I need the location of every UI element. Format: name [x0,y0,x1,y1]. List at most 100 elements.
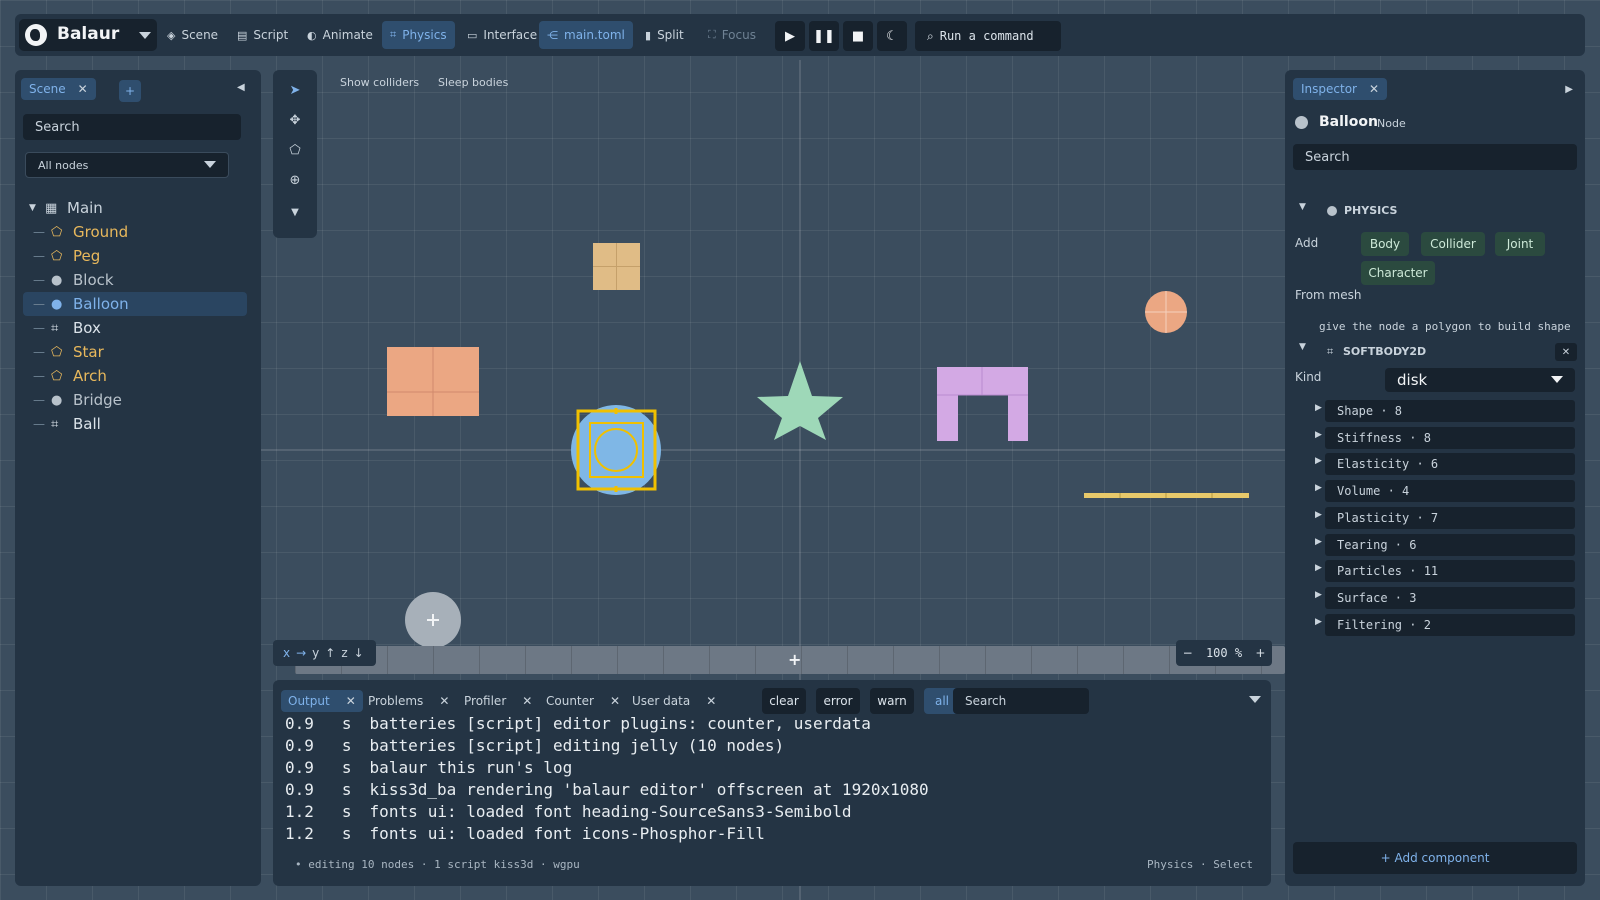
property-row[interactable]: Surface · 3 [1325,586,1575,609]
log-source: balaur [369,758,428,777]
filter-warn-button[interactable]: warn [870,688,914,714]
add-component-button[interactable]: + Add component [1293,842,1577,874]
expand-arrow-icon[interactable]: ▶ [1315,590,1322,600]
inspector-tab[interactable]: Inspector ✕ [1293,78,1388,100]
inspector-node-name: Balloon [1319,114,1378,130]
add-body-button[interactable]: Body [1361,232,1409,256]
property-row[interactable]: Volume · 4 [1325,480,1575,503]
close-icon[interactable]: ✕ [346,694,356,708]
physics-dot-icon [1327,206,1337,216]
log-time: 0.9 [285,736,314,755]
zoom-out-button[interactable]: − [1183,646,1193,660]
property-row[interactable]: Plasticity · 7 [1325,506,1575,529]
expand-arrow-icon[interactable]: ▶ [1315,510,1322,520]
log-source: fonts [369,824,418,843]
kind-value: disk [1397,371,1428,389]
log-time: 0.9 [285,758,314,777]
mesh-hint-text: give the node a polygon to build shape [1319,320,1571,333]
log-line: 0.9 s balaur this run's log [285,758,1245,780]
inspector-tab-label: Inspector [1301,82,1357,96]
close-icon[interactable]: ✕ [610,694,620,708]
log-unit: s [341,802,352,821]
zoom-in-button[interactable]: + [1255,646,1265,660]
close-icon[interactable]: ✕ [439,694,449,708]
axis-indicator: x → y ↑ z ↓ [273,640,376,666]
log-unit: s [341,714,352,733]
log-unit: s [341,824,352,843]
tab-user-data-label: User data [632,694,691,708]
axis-z-label: z [341,646,348,660]
tab-problems[interactable]: Problems ✕ [361,690,456,712]
tab-output-label: Output [288,694,330,708]
filter-error-button[interactable]: error [816,688,860,714]
close-icon[interactable]: ✕ [706,694,716,708]
add-collider-button[interactable]: Collider [1421,232,1485,256]
property-row[interactable]: Elasticity · 6 [1325,453,1575,476]
softbody-section-header: SOFTBODY2D [1343,345,1427,358]
add-joint-button[interactable]: Joint [1495,232,1545,256]
tab-user-data[interactable]: User data ✕ [625,690,723,712]
ground-pin-body[interactable] [405,592,461,648]
kind-select[interactable]: disk [1385,368,1575,392]
tab-profiler[interactable]: Profiler ✕ [457,690,539,712]
expand-arrow-icon[interactable]: ▶ [1315,456,1322,466]
remove-component-button[interactable]: ✕ [1555,343,1577,361]
chevron-down-icon[interactable] [1249,696,1261,703]
close-icon: ✕ [1561,346,1571,358]
inspector-search-placeholder: Search [1305,149,1350,165]
collapse-arrow-icon[interactable]: ▼ [1299,202,1306,212]
log-source: batteries [369,736,457,755]
close-icon[interactable]: ✕ [522,694,532,708]
console-search-input[interactable]: Search [953,688,1089,714]
expand-arrow-icon[interactable]: ▶ [1315,430,1322,440]
add-character-button[interactable]: Character [1361,261,1435,285]
tab-output[interactable]: Output ✕ [281,690,363,712]
log-msg: ui: loaded font heading-SourceSans3-Semi… [427,802,852,821]
log-source: fonts [369,802,418,821]
log-line: 0.9 s kiss3d_ba rendering 'balaur editor' o… [285,780,1245,802]
peg-body[interactable] [593,243,640,290]
log-time: 1.2 [285,824,314,843]
expand-arrow-icon[interactable]: ▶ [1315,403,1322,413]
status-right: Physics · Select [1147,858,1253,871]
kind-label: Kind [1295,370,1322,384]
arch-body[interactable] [937,367,1028,441]
property-row[interactable]: Shape · 8 [1325,400,1575,422]
chevron-down-icon [1551,376,1563,383]
from-mesh-label: From mesh [1295,288,1362,302]
balloon-body[interactable] [571,405,661,495]
log-source: batteries [369,714,457,733]
log-line: 0.9 s batteries [script] editor plugins: co… [285,714,1245,736]
expand-arrow-icon[interactable]: ▶ [1315,617,1322,627]
clear-button[interactable]: clear [762,688,806,714]
property-row[interactable]: Stiffness · 8 [1325,426,1575,449]
close-icon[interactable]: ✕ [1369,82,1379,96]
log-unit: s [341,780,352,799]
status-left: • editing 10 nodes · 1 script kiss3d · w… [295,858,580,871]
bridge-body[interactable] [1084,493,1249,498]
status-bar: • editing 10 nodes · 1 script kiss3d · w… [295,858,1253,871]
ball-body[interactable] [1145,291,1187,333]
property-row[interactable]: Tearing · 6 [1325,533,1575,556]
property-row[interactable]: Particles · 11 [1325,560,1575,583]
log-msg: rendering 'balaur editor' offscreen at 1… [466,780,929,799]
arrow-up-icon: ↑ [325,646,336,660]
property-row[interactable]: Filtering · 2 [1325,613,1575,636]
plus-icon[interactable]: + [788,650,801,669]
collapse-panel-icon[interactable]: ▶ [1565,84,1573,95]
axis-x-label: x [283,646,291,660]
expand-arrow-icon[interactable]: ▶ [1315,563,1322,573]
tab-profiler-label: Profiler [464,694,507,708]
inspector-search-input[interactable]: Search [1293,144,1577,170]
node-circle-icon [1295,116,1308,129]
tab-counter[interactable]: Counter ✕ [539,690,627,712]
timeline-ruler[interactable]: + [295,646,1285,674]
arrow-down-icon: ↓ [353,646,364,660]
log-time: 1.2 [285,802,314,821]
zoom-level: 100 % [1205,646,1243,660]
expand-arrow-icon[interactable]: ▶ [1315,483,1322,493]
physics-section-header: PHYSICS [1344,204,1398,217]
collapse-arrow-icon[interactable]: ▼ [1299,342,1306,352]
block-body[interactable] [387,347,479,416]
expand-arrow-icon[interactable]: ▶ [1315,537,1322,547]
